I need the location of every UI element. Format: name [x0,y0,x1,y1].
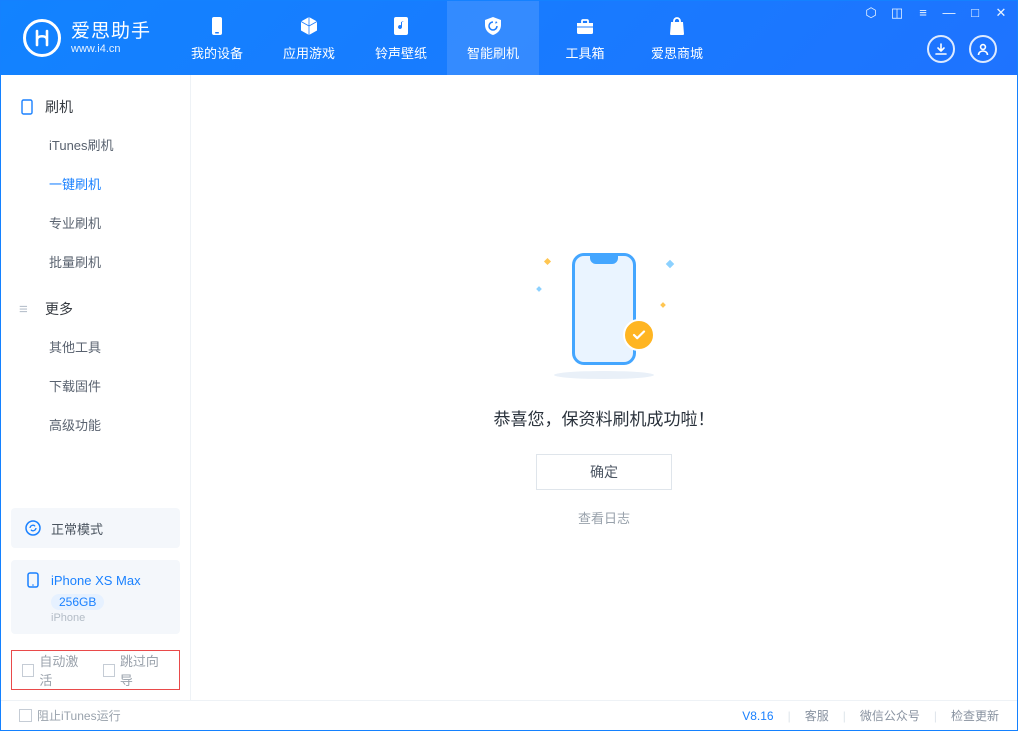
app-title: 爱思助手 [71,21,151,43]
main-content: 恭喜您，保资料刷机成功啦！ 确定 查看日志 [191,75,1017,700]
list-icon: ≡ [19,301,35,318]
mode-label: 正常模式 [51,519,103,538]
checkbox-label: 跳过向导 [120,651,169,689]
tab-smart-flash[interactable]: 智能刷机 [447,1,539,75]
checkbox-icon [103,664,115,677]
tab-label: 智能刷机 [467,43,519,62]
mode-card[interactable]: 正常模式 [11,508,180,548]
shield-refresh-icon [482,15,504,37]
success-illustration [529,249,679,379]
logo-icon [23,19,61,57]
sidebar-item-batch-flash[interactable]: 批量刷机 [1,242,190,281]
body: 刷机 iTunes刷机 一键刷机 专业刷机 批量刷机 ≡ 更多 其他工具 下载固… [1,75,1017,700]
header: 爱思助手 www.i4.cn 我的设备 应用游戏 铃声壁纸 智能刷机 [1,1,1017,75]
tab-ringtones-wallpapers[interactable]: 铃声壁纸 [355,1,447,75]
tab-toolbox[interactable]: 工具箱 [539,1,631,75]
checkbox-icon [22,664,34,677]
options-highlight-box: 自动激活 跳过向导 [11,650,180,690]
device-name: iPhone XS Max [51,573,141,588]
tab-label: 铃声壁纸 [375,43,427,62]
checkbox-label: 阻止iTunes运行 [37,707,121,724]
phone-small-icon [19,99,35,115]
sidebar-section-more[interactable]: ≡ 更多 [1,291,190,327]
tab-label: 工具箱 [566,43,605,62]
sidebar-section-title: 刷机 [45,97,73,117]
header-right-buttons [927,35,997,63]
bag-icon [666,15,688,37]
checkbox-skip-guide[interactable]: 跳过向导 [103,651,170,689]
app-window: 爱思助手 www.i4.cn 我的设备 应用游戏 铃声壁纸 智能刷机 [0,0,1018,731]
app-subtitle: www.i4.cn [71,43,151,55]
footer-link-check-update[interactable]: 检查更新 [951,707,999,724]
device-icon [206,15,228,37]
tab-label: 我的设备 [191,43,243,62]
logo-area: 爱思助手 www.i4.cn [1,19,171,57]
download-icon [934,42,948,56]
top-tabs: 我的设备 应用游戏 铃声壁纸 智能刷机 工具箱 爱思商城 [171,1,723,75]
sidebar-item-one-click-flash[interactable]: 一键刷机 [1,164,190,203]
menu-icon[interactable]: ≡ [915,5,931,21]
checkbox-icon [19,709,32,722]
footer-right: V8.16 | 客服 | 微信公众号 | 检查更新 [742,707,999,724]
toolbox-icon [574,15,596,37]
device-small-icon [23,570,43,590]
checkbox-label: 自动激活 [39,651,88,689]
stack-icon[interactable]: ◫ [889,5,905,21]
footer: 阻止iTunes运行 V8.16 | 客服 | 微信公众号 | 检查更新 [1,700,1017,730]
sidebar-item-pro-flash[interactable]: 专业刷机 [1,203,190,242]
check-badge-icon [623,319,655,351]
maximize-button[interactable]: □ [967,5,983,21]
sidebar-section-title: 更多 [45,299,73,319]
minimize-button[interactable]: ― [941,5,957,21]
device-capacity: 256GB [51,594,104,610]
success-message: 恭喜您，保资料刷机成功啦！ [494,405,715,430]
music-file-icon [390,15,412,37]
sidebar-item-other-tools[interactable]: 其他工具 [1,327,190,366]
ok-button[interactable]: 确定 [536,454,672,490]
tab-label: 应用游戏 [283,43,335,62]
sidebar-item-download-firmware[interactable]: 下载固件 [1,366,190,405]
tab-apps-games[interactable]: 应用游戏 [263,1,355,75]
shirt-icon[interactable]: ⬡ [863,5,879,21]
tab-my-device[interactable]: 我的设备 [171,1,263,75]
tab-store[interactable]: 爱思商城 [631,1,723,75]
checkbox-block-itunes[interactable]: 阻止iTunes运行 [19,707,121,724]
version-label: V8.16 [742,709,773,723]
footer-link-support[interactable]: 客服 [805,707,829,724]
close-button[interactable]: ✕ [993,5,1009,21]
tab-label: 爱思商城 [651,43,703,62]
sidebar: 刷机 iTunes刷机 一键刷机 专业刷机 批量刷机 ≡ 更多 其他工具 下载固… [1,75,191,700]
user-button[interactable] [969,35,997,63]
device-card[interactable]: iPhone XS Max 256GB iPhone [11,560,180,634]
device-type: iPhone [51,612,168,624]
sidebar-section-flash[interactable]: 刷机 [1,89,190,125]
footer-link-wechat[interactable]: 微信公众号 [860,707,920,724]
user-icon [976,42,990,56]
sidebar-item-itunes-flash[interactable]: iTunes刷机 [1,125,190,164]
window-controls: ⬡ ◫ ≡ ― □ ✕ [863,5,1009,21]
cube-icon [298,15,320,37]
view-log-link[interactable]: 查看日志 [578,508,630,527]
refresh-circle-icon [23,518,43,538]
checkbox-auto-activate[interactable]: 自动激活 [22,651,89,689]
download-button[interactable] [927,35,955,63]
sidebar-item-advanced[interactable]: 高级功能 [1,405,190,444]
